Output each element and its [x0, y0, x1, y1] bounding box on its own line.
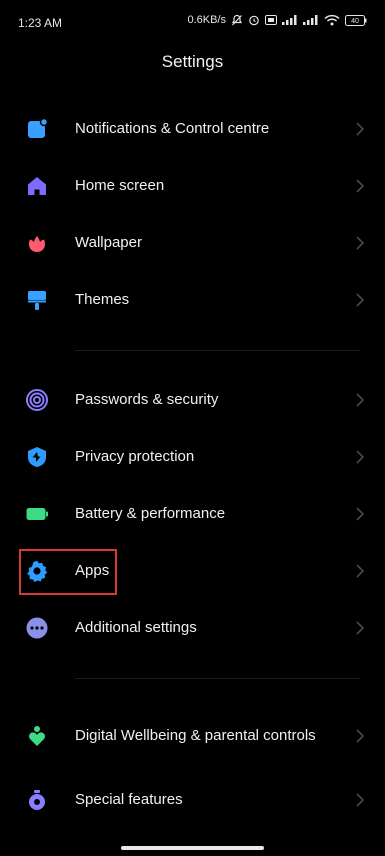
svg-text:40: 40 [351, 18, 359, 25]
flower-icon [25, 231, 49, 255]
settings-item-label: Digital Wellbeing & parental controls [75, 727, 316, 744]
divider [75, 678, 360, 679]
battery-icon [25, 502, 49, 526]
home-indicator[interactable] [121, 846, 264, 850]
chevron-right-icon [355, 235, 365, 251]
shield-icon [25, 445, 49, 469]
more-icon [25, 616, 49, 640]
settings-item-passwords-security[interactable]: Passwords & security [0, 372, 385, 428]
chevron-right-icon [355, 563, 365, 579]
settings-item-label: Notifications & Control centre [75, 120, 270, 137]
home-icon [25, 174, 49, 198]
chevron-right-icon [355, 792, 365, 808]
alarm-icon [248, 14, 260, 26]
settings-item-digital-wellbeing[interactable]: Digital Wellbeing & parental controls [0, 707, 385, 765]
settings-item-themes[interactable]: Themes [0, 272, 385, 328]
chevron-right-icon [355, 728, 365, 744]
settings-item-privacy-protection[interactable]: Privacy protection [0, 429, 385, 485]
settings-item-label: Themes [75, 291, 130, 308]
special-features-icon [25, 788, 49, 812]
volte-icon [265, 15, 277, 25]
settings-item-home-screen[interactable]: Home screen [0, 158, 385, 214]
divider [75, 350, 360, 351]
chevron-right-icon [355, 506, 365, 522]
highlight-box [19, 549, 117, 595]
settings-item-wallpaper[interactable]: Wallpaper [0, 215, 385, 271]
settings-item-battery-performance[interactable]: Battery & performance [0, 486, 385, 542]
chevron-right-icon [355, 292, 365, 308]
chevron-right-icon [355, 449, 365, 465]
notification-icon [25, 117, 49, 141]
status-time: 1:23 AM [18, 16, 63, 30]
network-speed: 0.6KB/s [187, 14, 226, 26]
settings-item-label: Special features [75, 791, 183, 808]
settings-item-special-features[interactable]: Special features [0, 772, 385, 828]
wellbeing-icon [25, 724, 49, 748]
settings-item-notifications[interactable]: Notifications & Control centre [0, 101, 385, 157]
settings-item-label: Passwords & security [75, 391, 219, 408]
chevron-right-icon [355, 620, 365, 636]
paint-roller-icon [25, 288, 49, 312]
settings-item-label: Home screen [75, 177, 165, 194]
signal-icon [282, 15, 298, 25]
settings-item-label: Privacy protection [75, 448, 195, 465]
page-title: Settings [161, 52, 224, 71]
signal-icon-2 [303, 15, 319, 25]
mute-icon [231, 14, 243, 26]
status-icons: 0.6KB/s 40 [187, 14, 367, 26]
settings-item-label: Additional settings [75, 619, 197, 636]
battery-status-icon: 40 [345, 14, 367, 26]
settings-item-label: Battery & performance [75, 505, 226, 522]
chevron-right-icon [355, 121, 365, 137]
settings-item-additional-settings[interactable]: Additional settings [0, 600, 385, 656]
fingerprint-icon [25, 388, 49, 412]
chevron-right-icon [355, 178, 365, 194]
status-bar: 1:23 AM 0.6KB/s 40 [0, 0, 385, 44]
wifi-icon [324, 14, 340, 26]
chevron-right-icon [355, 392, 365, 408]
settings-item-label: Wallpaper [75, 234, 142, 251]
